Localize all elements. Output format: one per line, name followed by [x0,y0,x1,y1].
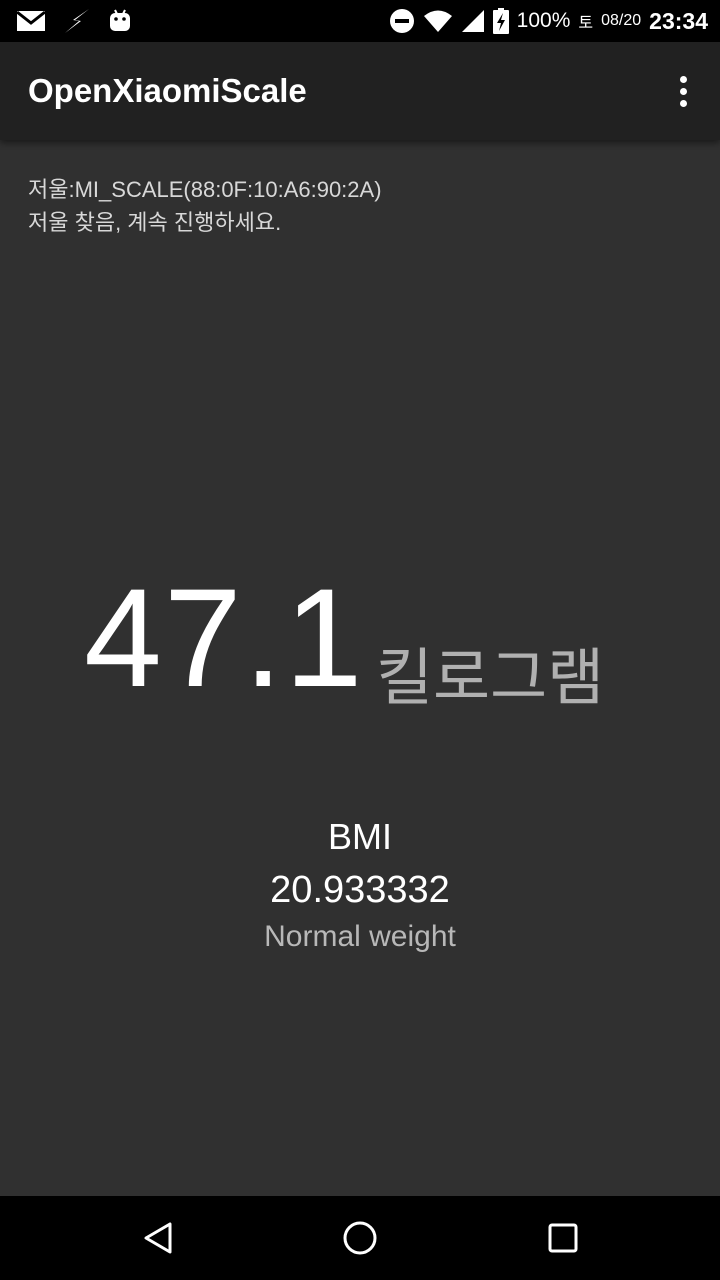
home-icon[interactable] [336,1214,384,1262]
mail-icon [16,10,46,32]
bmi-label: BMI [327,816,392,857]
weight-unit: 킬로그램 [376,641,605,714]
overflow-dot [679,99,687,107]
bmi-value: 20.933332 [270,869,450,911]
android-icon [108,9,132,33]
do-not-disturb-icon [389,8,415,34]
recents-icon[interactable] [539,1214,587,1262]
overflow-dot [679,87,687,95]
wifi-icon [423,9,453,33]
status-day: 토 [578,15,594,32]
weight-display: 47.1 킬로그램 [0,558,720,718]
back-icon[interactable] [134,1214,182,1262]
weight-value: 47.1 [84,559,365,716]
battery-percentage: 100% [516,9,571,32]
status-clock: 23:34 [649,7,708,34]
app-title: OpenXiaomiScale [28,72,307,109]
device-info: 저울:MI_SCALE(88:0F:10:A6:90:2A) [28,177,382,202]
bmi-category: Normal weight [264,920,456,953]
status-date: 08/20 [601,12,642,29]
status-bar: 100% 토 08/20 23:34 [0,0,720,42]
flash-icon [64,9,90,33]
navigation-bar [0,1196,720,1280]
main-content: 저울:MI_SCALE(88:0F:10:A6:90:2A) 저울 찾음, 계속… [0,140,720,1196]
overflow-menu-icon[interactable] [668,67,698,115]
battery-charging-icon [492,8,509,34]
connection-status: 저울 찾음, 계속 진행하세요. [28,210,282,235]
app-bar: OpenXiaomiScale [0,42,720,140]
overflow-dot [679,75,687,83]
signal-icon [461,9,485,33]
